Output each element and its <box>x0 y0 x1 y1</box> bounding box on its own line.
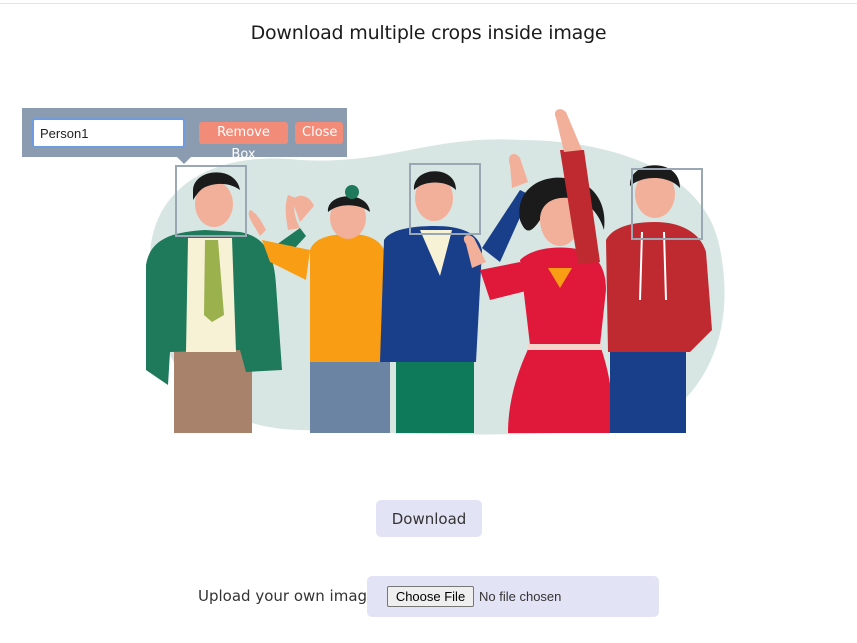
popup-pointer <box>176 156 192 164</box>
crop-label-popup: Remove Box Close <box>22 108 347 162</box>
remove-box-button[interactable]: Remove Box <box>199 122 288 162</box>
crop-box-person1[interactable] <box>175 165 247 237</box>
crop-box-person5[interactable] <box>631 168 703 240</box>
file-upload-control: Choose File No file chosen <box>367 576 659 617</box>
crop-box-person3[interactable] <box>409 163 481 235</box>
crop-name-input[interactable] <box>32 118 185 148</box>
file-status-text: No file chosen <box>479 589 562 604</box>
people-illustration <box>146 109 725 435</box>
choose-file-button[interactable]: Choose File <box>387 586 474 607</box>
close-button[interactable]: Close <box>295 122 343 144</box>
download-button[interactable]: Download <box>376 500 482 537</box>
upload-label: Upload your own image <box>198 587 377 605</box>
